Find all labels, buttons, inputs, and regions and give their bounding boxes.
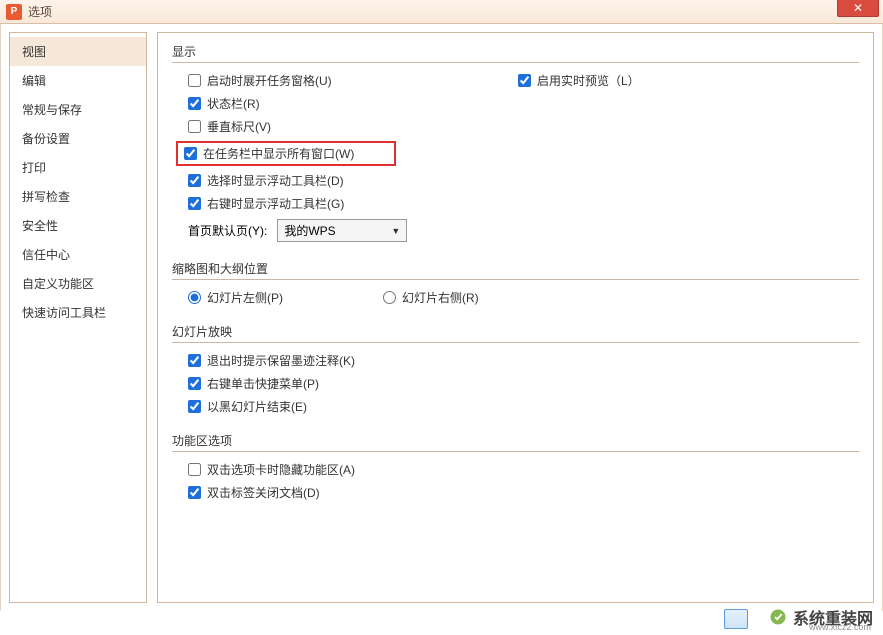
checkbox-float-toolbar-rightclick[interactable] bbox=[188, 197, 201, 210]
title-bar: P 选项 ✕ bbox=[0, 0, 883, 24]
section-header-slideshow: 幻灯片放映 bbox=[172, 323, 859, 343]
watermark-icon bbox=[769, 608, 787, 626]
label-end-black: 以黑幻灯片结束(E) bbox=[207, 398, 307, 415]
section-header-display: 显示 bbox=[172, 43, 859, 63]
label-float-toolbar-rightclick: 右键时显示浮动工具栏(G) bbox=[207, 195, 344, 212]
sidebar-item-edit[interactable]: 编辑 bbox=[10, 66, 146, 95]
label-slide-right: 幻灯片右侧(R) bbox=[402, 289, 479, 306]
checkbox-startup-taskpane[interactable] bbox=[188, 74, 201, 87]
label-rightclick-menu: 右键单击快捷菜单(P) bbox=[207, 375, 319, 392]
section-header-thumbnail: 缩略图和大纲位置 bbox=[172, 260, 859, 280]
sidebar-item-view[interactable]: 视图 bbox=[10, 37, 146, 66]
checkbox-dblclick-hide-ribbon[interactable] bbox=[188, 463, 201, 476]
label-taskbar-all-windows: 在任务栏中显示所有窗口(W) bbox=[203, 145, 354, 162]
label-homepage-default: 首页默认页(Y): bbox=[188, 222, 267, 239]
bottom-button[interactable] bbox=[724, 609, 748, 629]
label-status-bar: 状态栏(R) bbox=[207, 95, 260, 112]
label-vertical-ruler: 垂直标尺(V) bbox=[207, 118, 271, 135]
label-dblclick-hide-ribbon: 双击选项卡时隐藏功能区(A) bbox=[207, 461, 355, 478]
sidebar-item-backup[interactable]: 备份设置 bbox=[10, 124, 146, 153]
sidebar-item-spellcheck[interactable]: 拼写检查 bbox=[10, 182, 146, 211]
section-ribbon: 功能区选项 双击选项卡时隐藏功能区(A) 双击标签关闭文档(D) bbox=[172, 432, 859, 504]
checkbox-taskbar-all-windows[interactable] bbox=[184, 147, 197, 160]
section-slideshow: 幻灯片放映 退出时提示保留墨迹注释(K) 右键单击快捷菜单(P) 以黑幻灯片结束… bbox=[172, 323, 859, 418]
sidebar-item-security[interactable]: 安全性 bbox=[10, 211, 146, 240]
sidebar-item-trust-center[interactable]: 信任中心 bbox=[10, 240, 146, 269]
section-display: 显示 启动时展开任务窗格(U) 启用实时预览（L） 状态栏(R) 垂直标尺(V) bbox=[172, 43, 859, 246]
window-title: 选项 bbox=[28, 3, 52, 20]
sidebar: 视图 编辑 常规与保存 备份设置 打印 拼写检查 安全性 信任中心 自定义功能区… bbox=[9, 32, 147, 603]
chevron-down-icon: ▼ bbox=[391, 226, 400, 236]
select-homepage-default[interactable]: 我的WPS ▼ bbox=[277, 219, 407, 242]
radio-slide-right[interactable] bbox=[383, 291, 396, 304]
radio-slide-left[interactable] bbox=[188, 291, 201, 304]
sidebar-item-print[interactable]: 打印 bbox=[10, 153, 146, 182]
label-realtime-preview: 启用实时预览（L） bbox=[537, 72, 640, 89]
content-panel: 显示 启动时展开任务窗格(U) 启用实时预览（L） 状态栏(R) 垂直标尺(V) bbox=[157, 32, 874, 603]
sidebar-item-quick-access[interactable]: 快速访问工具栏 bbox=[10, 298, 146, 327]
section-thumbnail: 缩略图和大纲位置 幻灯片左侧(P) 幻灯片右侧(R) bbox=[172, 260, 859, 309]
close-button[interactable]: ✕ bbox=[837, 0, 879, 17]
checkbox-float-toolbar-select[interactable] bbox=[188, 174, 201, 187]
app-icon: P bbox=[6, 4, 22, 20]
label-startup-taskpane: 启动时展开任务窗格(U) bbox=[207, 72, 332, 89]
checkbox-status-bar[interactable] bbox=[188, 97, 201, 110]
label-slide-left: 幻灯片左侧(P) bbox=[207, 289, 283, 306]
section-header-ribbon: 功能区选项 bbox=[172, 432, 859, 452]
checkbox-realtime-preview[interactable] bbox=[518, 74, 531, 87]
select-homepage-value: 我的WPS bbox=[284, 222, 335, 239]
watermark-url: www.xtcz2.com bbox=[809, 622, 871, 632]
sidebar-item-customize-ribbon[interactable]: 自定义功能区 bbox=[10, 269, 146, 298]
sidebar-item-general-save[interactable]: 常规与保存 bbox=[10, 95, 146, 124]
label-float-toolbar-select: 选择时显示浮动工具栏(D) bbox=[207, 172, 344, 189]
checkbox-exit-ink[interactable] bbox=[188, 354, 201, 367]
close-icon: ✕ bbox=[853, 1, 863, 15]
checkbox-vertical-ruler[interactable] bbox=[188, 120, 201, 133]
checkbox-rightclick-menu[interactable] bbox=[188, 377, 201, 390]
label-exit-ink: 退出时提示保留墨迹注释(K) bbox=[207, 352, 355, 369]
label-dblclick-close-doc: 双击标签关闭文档(D) bbox=[207, 484, 320, 501]
watermark: 系统重装网 www.xtcz2.com bbox=[769, 605, 873, 629]
highlight-taskbar-windows: 在任务栏中显示所有窗口(W) bbox=[176, 141, 396, 166]
checkbox-end-black[interactable] bbox=[188, 400, 201, 413]
checkbox-dblclick-close-doc[interactable] bbox=[188, 486, 201, 499]
dialog-body: 视图 编辑 常规与保存 备份设置 打印 拼写检查 安全性 信任中心 自定义功能区… bbox=[0, 24, 883, 611]
